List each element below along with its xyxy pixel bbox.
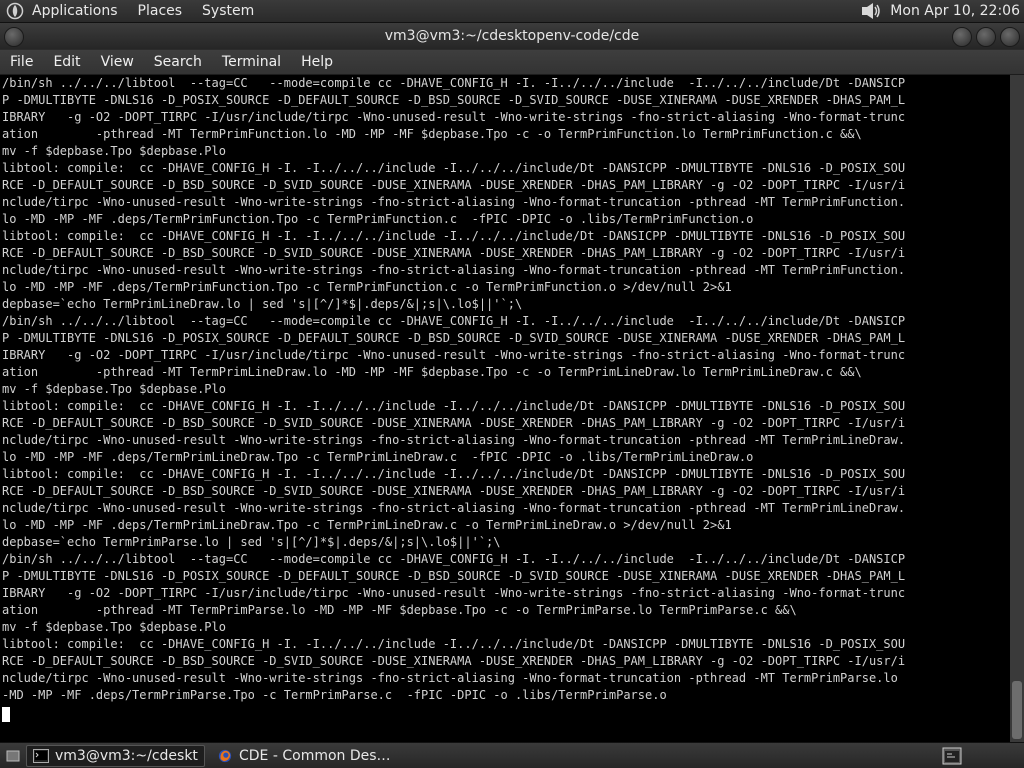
terminal-output[interactable]: /bin/sh ../../../libtool --tag=CC --mode… — [0, 75, 1010, 742]
terminal-line: /bin/sh ../../../libtool --tag=CC --mode… — [2, 76, 906, 90]
terminal-line: P -DMULTIBYTE -DNLS16 -D_POSIX_SOURCE -D… — [2, 569, 906, 583]
terminal-line: nclude/tirpc -Wno-unused-result -Wno-wri… — [2, 195, 906, 209]
text-cursor — [2, 707, 10, 722]
terminal-line: nclude/tirpc -Wno-unused-result -Wno-wri… — [2, 433, 906, 447]
terminal-line: mv -f $depbase.Tpo $depbase.Plo — [2, 382, 226, 396]
top-panel: Applications Places System Mon Apr 10, 2… — [0, 0, 1024, 23]
terminal-line: nclude/tirpc -Wno-unused-result -Wno-wri… — [2, 501, 906, 515]
terminal-line: RCE -D_DEFAULT_SOURCE -D_BSD_SOURCE -D_S… — [2, 416, 906, 430]
bottom-panel: vm3@vm3:~/cdeskt… CDE - Common Des… — [0, 742, 1024, 768]
terminal-line: RCE -D_DEFAULT_SOURCE -D_BSD_SOURCE -D_S… — [2, 484, 906, 498]
terminal-line: P -DMULTIBYTE -DNLS16 -D_POSIX_SOURCE -D… — [2, 331, 906, 345]
terminal-line: IBRARY -g -O2 -DOPT_TIRPC -I/usr/include… — [2, 586, 906, 600]
applications-menu[interactable]: Applications — [32, 3, 118, 19]
places-menu[interactable]: Places — [138, 3, 183, 19]
terminal-line: depbase=`echo TermPrimParse.lo | sed 's|… — [2, 535, 501, 549]
task-firefox[interactable]: CDE - Common Des… — [211, 746, 397, 766]
task-label: CDE - Common Des… — [239, 748, 391, 764]
terminal-line: lo -MD -MP -MF .deps/TermPrimLineDraw.Tp… — [2, 450, 754, 464]
terminal-line: depbase=`echo TermPrimLineDraw.lo | sed … — [2, 297, 523, 311]
terminal-line: RCE -D_DEFAULT_SOURCE -D_BSD_SOURCE -D_S… — [2, 178, 906, 192]
maximize-button[interactable] — [976, 27, 996, 47]
terminal-line: /bin/sh ../../../libtool --tag=CC --mode… — [2, 314, 906, 328]
task-label: vm3@vm3:~/cdeskt… — [55, 748, 198, 764]
close-button[interactable] — [1000, 27, 1020, 47]
menu-file[interactable]: File — [2, 54, 41, 70]
menu-view[interactable]: View — [93, 54, 142, 70]
window-menu-button[interactable] — [4, 27, 24, 47]
terminal-line: libtool: compile: cc -DHAVE_CONFIG_H -I.… — [2, 399, 906, 413]
menu-edit[interactable]: Edit — [45, 54, 88, 70]
terminal-line: libtool: compile: cc -DHAVE_CONFIG_H -I.… — [2, 161, 906, 175]
volume-icon[interactable] — [860, 2, 882, 20]
terminal-line: RCE -D_DEFAULT_SOURCE -D_BSD_SOURCE -D_S… — [2, 246, 906, 260]
terminal-line: lo -MD -MP -MF .deps/TermPrimFunction.Tp… — [2, 212, 754, 226]
terminal-line: libtool: compile: cc -DHAVE_CONFIG_H -I.… — [2, 467, 906, 481]
workspace-switcher-icon[interactable] — [942, 747, 962, 765]
firefox-icon — [218, 749, 232, 763]
terminal-line: mv -f $depbase.Tpo $depbase.Plo — [2, 620, 226, 634]
terminal-line: P -DMULTIBYTE -DNLS16 -D_POSIX_SOURCE -D… — [2, 93, 906, 107]
terminal-line: lo -MD -MP -MF .deps/TermPrimLineDraw.Tp… — [2, 518, 732, 532]
terminal-line: lo -MD -MP -MF .deps/TermPrimFunction.Tp… — [2, 280, 732, 294]
terminal-line: RCE -D_DEFAULT_SOURCE -D_BSD_SOURCE -D_S… — [2, 654, 906, 668]
distro-logo-icon[interactable] — [6, 2, 24, 20]
terminal-line: IBRARY -g -O2 -DOPT_TIRPC -I/usr/include… — [2, 110, 906, 124]
window-controls — [952, 27, 1020, 47]
clock[interactable]: Mon Apr 10, 22:06 — [890, 3, 1020, 19]
terminal-line: nclude/tirpc -Wno-unused-result -Wno-wri… — [2, 671, 898, 685]
terminal-line: -MD -MP -MF .deps/TermPrimParse.Tpo -c T… — [2, 688, 667, 702]
menu-help[interactable]: Help — [293, 54, 341, 70]
minimize-button[interactable] — [952, 27, 972, 47]
menu-terminal[interactable]: Terminal — [214, 54, 289, 70]
terminal-line: IBRARY -g -O2 -DOPT_TIRPC -I/usr/include… — [2, 348, 906, 362]
show-desktop-icon[interactable] — [6, 749, 20, 763]
top-panel-tray: Mon Apr 10, 22:06 — [860, 2, 1024, 20]
window-titlebar[interactable]: vm3@vm3:~/cdesktopenv-code/cde — [0, 23, 1024, 49]
terminal-line: nclude/tirpc -Wno-unused-result -Wno-wri… — [2, 263, 906, 277]
terminal-line: libtool: compile: cc -DHAVE_CONFIG_H -I.… — [2, 637, 906, 651]
terminal-line: ation -pthread -MT TermPrimLineDraw.lo -… — [2, 365, 862, 379]
menubar: File Edit View Search Terminal Help — [0, 50, 1024, 75]
terminal-line: mv -f $depbase.Tpo $depbase.Plo — [2, 144, 226, 158]
terminal-line: ation -pthread -MT TermPrimParse.lo -MD … — [2, 603, 797, 617]
terminal-icon — [33, 749, 49, 763]
terminal-scrollbar[interactable] — [1010, 75, 1024, 742]
terminal-line: libtool: compile: cc -DHAVE_CONFIG_H -I.… — [2, 229, 906, 243]
terminal-line: ation -pthread -MT TermPrimFunction.lo -… — [2, 127, 862, 141]
window-title: vm3@vm3:~/cdesktopenv-code/cde — [384, 28, 640, 44]
system-menu[interactable]: System — [202, 3, 254, 19]
terminal-line: /bin/sh ../../../libtool --tag=CC --mode… — [2, 552, 906, 566]
task-terminal[interactable]: vm3@vm3:~/cdeskt… — [26, 745, 205, 767]
scrollbar-thumb[interactable] — [1012, 681, 1022, 739]
menu-search[interactable]: Search — [146, 54, 210, 70]
